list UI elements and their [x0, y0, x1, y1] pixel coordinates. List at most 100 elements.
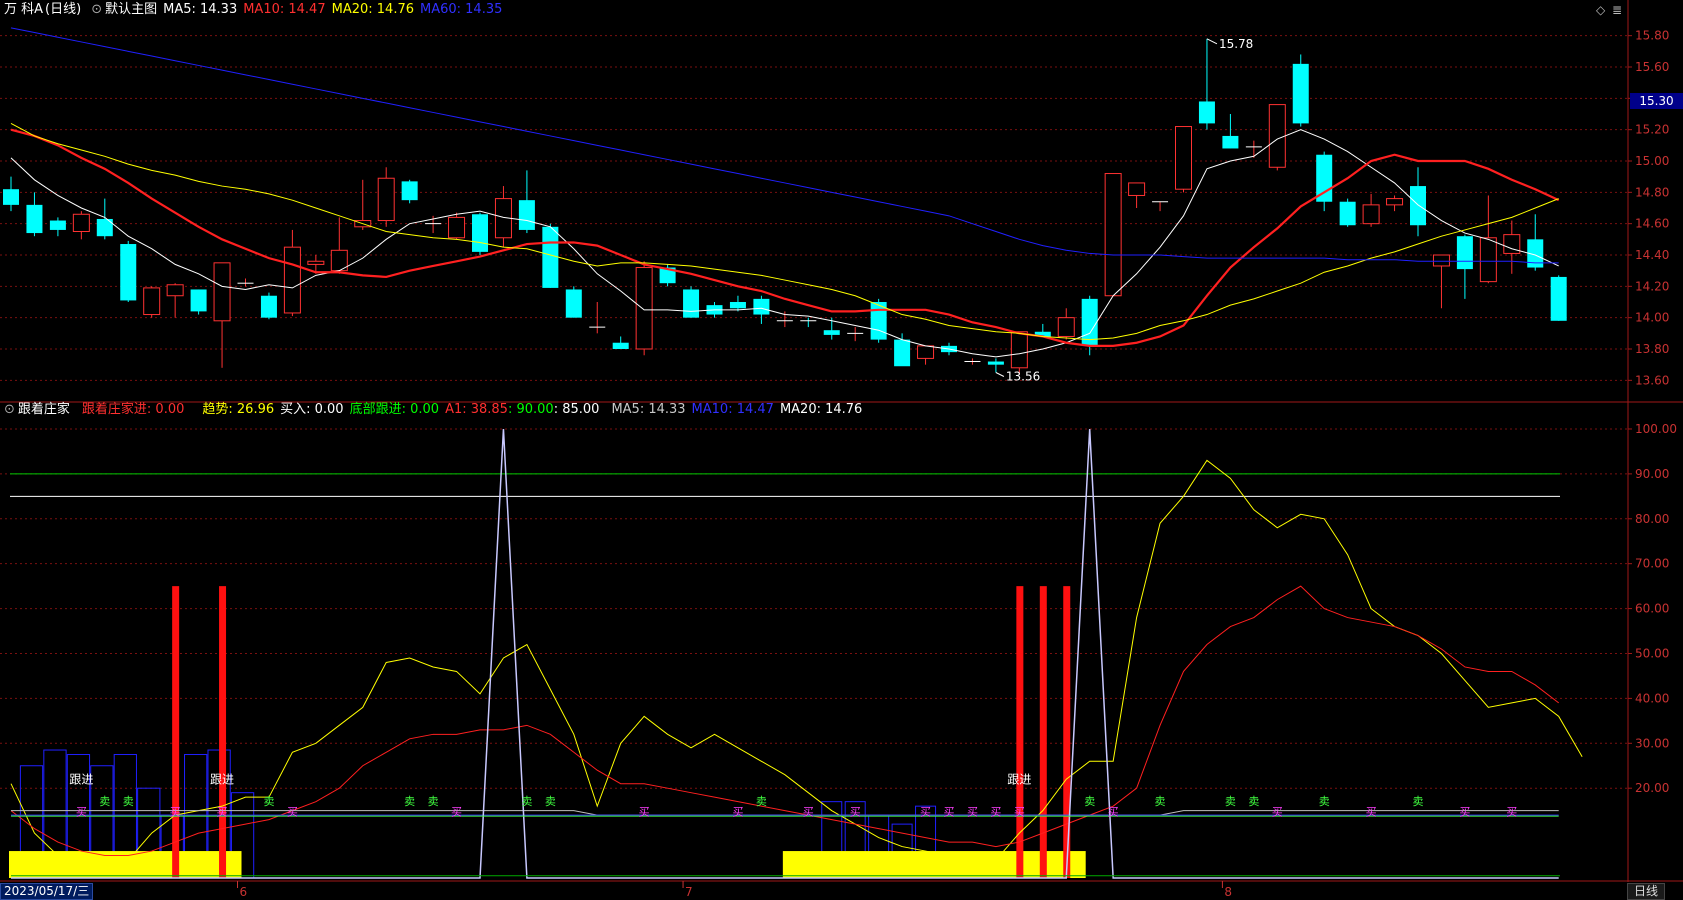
candle-up [1362, 204, 1380, 225]
follow-label: 跟进 [1007, 773, 1031, 787]
buy-marker: 买 [217, 806, 228, 819]
stock-name[interactable]: 万 科A [4, 2, 43, 17]
buy-marker: 买 [1014, 806, 1025, 819]
high-label: 15.78 [1219, 37, 1253, 51]
period-tab[interactable]: 日线 [1626, 883, 1665, 900]
indicator-tick-label: 20.00 [1635, 781, 1669, 795]
buy-marker: 买 [287, 806, 298, 819]
ind-ma20-value: MA20: 14.76 [779, 402, 863, 417]
sell-marker: 卖 [521, 795, 532, 808]
candle-up [213, 262, 231, 322]
candle-up [1479, 237, 1497, 283]
price-tick-label: 14.80 [1635, 185, 1669, 199]
sell-marker: 卖 [123, 795, 134, 808]
indicator-tick-label: 50.00 [1635, 646, 1669, 660]
indicator-name[interactable]: 跟着庄家 [18, 402, 70, 417]
chart-canvas[interactable]: 13.60 13.80 14.00 14.20 14.40 14.60 14.80 15.00… [0, 0, 1683, 899]
ma5-value: MA5: 14.33 [163, 2, 238, 17]
ma20-value: MA20: 14.76 [331, 2, 414, 17]
candle-down [612, 342, 629, 349]
follow-dealer-value: 跟着庄家进: 0.00 [81, 402, 185, 417]
price-tick-label: 15.80 [1635, 29, 1669, 43]
candle-down [518, 200, 535, 230]
buy-marker: 买 [76, 806, 87, 819]
current-price-marker: 15.30 [1630, 93, 1683, 109]
signal-bar [219, 586, 227, 878]
signal-bar [172, 586, 180, 878]
indicator-dropdown-icon[interactable]: ⊙ [4, 402, 15, 417]
ma10-value: MA10: 14.47 [243, 2, 326, 17]
indicator-tick-label: 70.00 [1635, 557, 1669, 571]
buy-marker: 买 [732, 806, 743, 819]
candle-down [1339, 201, 1356, 226]
buy-marker: 买 [639, 806, 650, 819]
buy-marker: 买 [451, 806, 462, 819]
indicator-line [11, 810, 1559, 816]
follow-label: 跟进 [210, 773, 234, 787]
candle-down [1198, 101, 1215, 124]
candle-up [1432, 254, 1450, 267]
ind-ma10-value: MA10: 14.47 [691, 402, 774, 417]
candle-up [1268, 104, 1286, 168]
buy-marker: 买 [967, 806, 978, 819]
signal-bar [1016, 586, 1024, 878]
sell-marker: 卖 [263, 795, 274, 808]
candle-down [401, 181, 418, 201]
ind-ma5-value: MA5: 14.33 [611, 402, 686, 417]
sell-marker: 卖 [545, 795, 556, 808]
diamond-icon[interactable]: ◇ [1596, 3, 1605, 17]
indicator-tick-label: 80.00 [1635, 512, 1669, 526]
candle-up [448, 216, 466, 239]
template-dropdown-icon[interactable]: ⊙ [91, 2, 102, 17]
menu-icon[interactable]: ≣ [1612, 3, 1622, 17]
candle-down [3, 189, 19, 205]
candle-up [72, 213, 90, 232]
candle-down [1410, 186, 1426, 226]
low-pointer [995, 372, 1005, 377]
indicator-header: ⊙ 跟着庄家 跟着庄家进: 0.00 趋势: 26.96 买入: 0.00 底部跟进: 0… [4, 400, 868, 420]
a1-value: A1: 38.85 [445, 402, 508, 417]
candle-up [1104, 173, 1122, 297]
buy-marker: 买 [1459, 806, 1470, 819]
indicator-line [10, 459, 1583, 870]
month-label: 8 [1224, 885, 1232, 899]
candle-down [987, 361, 1004, 365]
buy-marker: 买 [920, 806, 931, 819]
ma-line-ma60 [10, 27, 1559, 264]
price-tick-label: 13.80 [1635, 342, 1669, 356]
indicator-tick-label: 90.00 [1635, 467, 1669, 481]
buy-in-value: 买入: 0.00 [280, 402, 344, 417]
sell-marker: 卖 [1225, 795, 1236, 808]
v90-value: : 90.00 [507, 402, 554, 417]
buy-marker: 买 [850, 806, 861, 819]
template-name[interactable]: 默认主图 [105, 2, 157, 17]
sell-marker: 卖 [428, 795, 439, 808]
candle-down [260, 295, 277, 318]
candle-down [120, 244, 137, 301]
candle-up [143, 287, 161, 316]
low-label: 13.56 [1006, 370, 1040, 384]
candle-down [683, 289, 700, 318]
buy-marker: 买 [170, 806, 181, 819]
candle-down [190, 289, 207, 312]
stock-chart-window: 13.60 13.80 14.00 14.20 14.40 14.60 14.80 15.00… [0, 0, 1683, 900]
sell-marker: 卖 [1155, 795, 1166, 808]
price-tick-label: 15.60 [1635, 60, 1669, 74]
v85-value: : 85.00 [553, 402, 600, 417]
buy-marker: 买 [803, 806, 814, 819]
candle-down [1292, 63, 1309, 124]
indicator-tick-label: 60.00 [1635, 602, 1669, 616]
month-label: 7 [685, 885, 693, 899]
candle-down [729, 302, 746, 309]
candle-down [565, 289, 582, 318]
sell-marker: 卖 [1319, 795, 1330, 808]
candle-up [635, 267, 653, 350]
price-tick-label: 14.60 [1635, 217, 1669, 231]
candle-down [1550, 276, 1567, 321]
candle-up [1386, 198, 1404, 206]
candle-up [1128, 182, 1146, 196]
price-tick-label: 14.00 [1635, 311, 1669, 325]
buy-marker: 买 [1108, 806, 1119, 819]
bottom-follow-value: 底部跟进: 0.00 [349, 402, 440, 417]
candle-up [917, 345, 935, 359]
